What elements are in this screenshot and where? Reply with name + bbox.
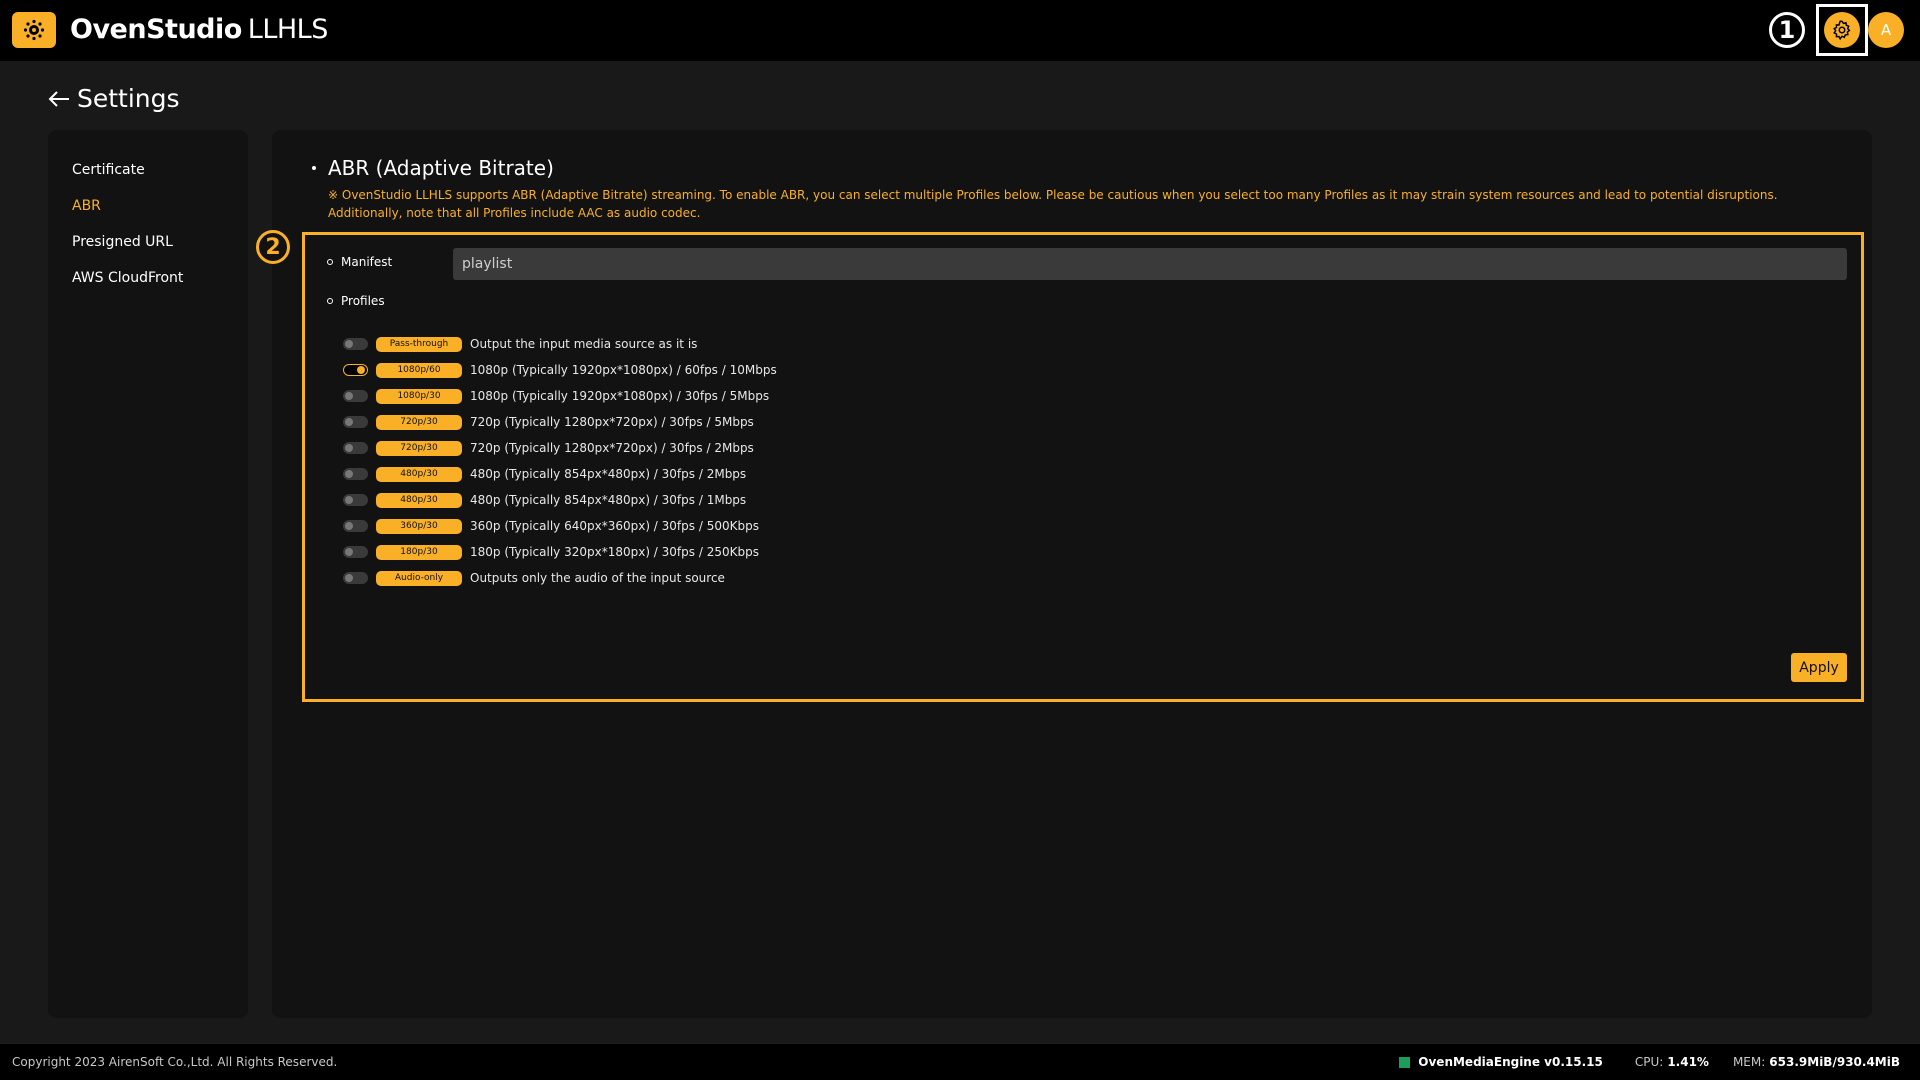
cpu-value: 1.41% xyxy=(1667,1055,1709,1069)
section-title: ABR (Adaptive Bitrate) xyxy=(312,156,554,180)
field-bullet xyxy=(327,259,333,265)
footer: Copyright 2023 AirenSoft Co.,Ltd. All Ri… xyxy=(0,1044,1920,1080)
profile-toggle[interactable] xyxy=(343,416,368,428)
profiles-label: Profiles xyxy=(341,294,385,308)
mem-value: 653.9MiB/930.4MiB xyxy=(1769,1055,1900,1069)
user-avatar[interactable]: A xyxy=(1868,12,1904,48)
profile-description: 480p (Typically 854px*480px) / 30fps / 1… xyxy=(470,493,747,507)
app-title[interactable]: OvenStudio LLHLS xyxy=(70,13,328,47)
profile-description: 480p (Typically 854px*480px) / 30fps / 2… xyxy=(470,467,747,481)
top-bar: OvenStudio LLHLS 1 A xyxy=(0,0,1920,61)
sidebar-item-abr[interactable]: ABR xyxy=(48,190,248,226)
profile-description: 180p (Typically 320px*180px) / 30fps / 2… xyxy=(470,545,759,559)
profile-badge: 480p/30 xyxy=(376,466,462,482)
profile-badge: Pass-through xyxy=(376,336,462,352)
abr-settings-panel: ABR (Adaptive Bitrate) ※ OvenStudio LLHL… xyxy=(256,130,1872,1018)
engine-status: OvenMediaEngine v0.15.15 CPU: 1.41% MEM:… xyxy=(1399,1055,1900,1069)
engine-version: OvenMediaEngine v0.15.15 xyxy=(1418,1055,1603,1069)
profile-description: 720p (Typically 1280px*720px) / 30fps / … xyxy=(470,415,754,429)
profile-badge: 360p/30 xyxy=(376,518,462,534)
engine-status-icon xyxy=(1399,1056,1411,1068)
profile-row: 480p/30 480p (Typically 854px*480px) / 3… xyxy=(343,461,777,487)
profile-badge: Audio-only xyxy=(376,570,462,586)
settings-sidebar: Certificate ABR Presigned URL AWS CloudF… xyxy=(48,130,248,1018)
profile-badge: 480p/30 xyxy=(376,492,462,508)
profile-badge: 1080p/60 xyxy=(376,362,462,378)
manifest-label-row: Manifest xyxy=(327,255,392,269)
oven-logo-icon[interactable] xyxy=(12,12,56,48)
abr-notice: ※ OvenStudio LLHLS supports ABR (Adaptiv… xyxy=(328,188,1778,220)
profile-list: Pass-through Output the input media sour… xyxy=(343,331,777,591)
gear-icon xyxy=(1824,12,1860,48)
apply-button[interactable]: Apply xyxy=(1791,653,1847,682)
page-title: Settings xyxy=(77,84,180,113)
profile-description: 720p (Typically 1280px*720px) / 30fps / … xyxy=(470,441,754,455)
profile-toggle[interactable] xyxy=(343,468,368,480)
profile-description: 1080p (Typically 1920px*1080px) / 60fps … xyxy=(470,363,777,377)
cpu-label: CPU: xyxy=(1634,1055,1664,1069)
profile-badge: 1080p/30 xyxy=(376,388,462,404)
app-product: LLHLS xyxy=(247,14,329,45)
profile-toggle[interactable] xyxy=(343,546,368,558)
title-bullet xyxy=(312,166,316,170)
sidebar-item-aws-cloudfront[interactable]: AWS CloudFront xyxy=(48,262,248,298)
profile-toggle[interactable] xyxy=(343,364,368,376)
profile-toggle[interactable] xyxy=(343,520,368,532)
arrow-left-icon xyxy=(48,90,69,107)
profile-badge: 720p/30 xyxy=(376,440,462,456)
abr-form: Manifest Profiles Pass-through Output th… xyxy=(302,232,1864,702)
profile-toggle[interactable] xyxy=(343,572,368,584)
mem-label: MEM: xyxy=(1732,1055,1766,1069)
profile-description: 1080p (Typically 1920px*1080px) / 30fps … xyxy=(470,389,770,403)
profile-row: 720p/30 720p (Typically 1280px*720px) / … xyxy=(343,435,777,461)
profile-row: 480p/30 480p (Typically 854px*480px) / 3… xyxy=(343,487,777,513)
settings-button[interactable] xyxy=(1816,4,1868,56)
annotation-marker-2: 2 xyxy=(256,230,290,264)
profile-row: 1080p/60 1080p (Typically 1920px*1080px)… xyxy=(343,357,777,383)
profile-row: Audio-only Outputs only the audio of the… xyxy=(343,565,777,591)
profile-badge: 720p/30 xyxy=(376,414,462,430)
profile-row: Pass-through Output the input media sour… xyxy=(343,331,777,357)
copyright-text: Copyright 2023 AirenSoft Co.,Ltd. All Ri… xyxy=(12,1055,338,1069)
profile-description: 360p (Typically 640px*360px) / 30fps / 5… xyxy=(470,519,759,533)
profile-badge: 180p/30 xyxy=(376,544,462,560)
profile-toggle[interactable] xyxy=(343,338,368,350)
manifest-label: Manifest xyxy=(341,255,393,269)
app-brand: OvenStudio xyxy=(70,14,242,45)
field-bullet xyxy=(327,298,333,304)
profile-row: 720p/30 720p (Typically 1280px*720px) / … xyxy=(343,409,777,435)
profile-row: 180p/30 180p (Typically 320px*180px) / 3… xyxy=(343,539,777,565)
manifest-input[interactable] xyxy=(453,248,1847,280)
profile-toggle[interactable] xyxy=(343,442,368,454)
sidebar-item-certificate[interactable]: Certificate xyxy=(48,154,248,190)
profile-description: Outputs only the audio of the input sour… xyxy=(470,571,725,585)
sidebar-item-presigned-url[interactable]: Presigned URL xyxy=(48,226,248,262)
profile-toggle[interactable] xyxy=(343,494,368,506)
profile-description: Output the input media source as it is xyxy=(470,337,698,351)
profile-toggle[interactable] xyxy=(343,390,368,402)
profile-row: 360p/30 360p (Typically 640px*360px) / 3… xyxy=(343,513,777,539)
profile-row: 1080p/30 1080p (Typically 1920px*1080px)… xyxy=(343,383,777,409)
annotation-marker-1: 1 xyxy=(1769,12,1805,48)
back-to-previous[interactable]: Settings xyxy=(47,84,180,113)
profiles-label-row: Profiles xyxy=(327,294,385,308)
section-title-text: ABR (Adaptive Bitrate) xyxy=(328,156,554,180)
